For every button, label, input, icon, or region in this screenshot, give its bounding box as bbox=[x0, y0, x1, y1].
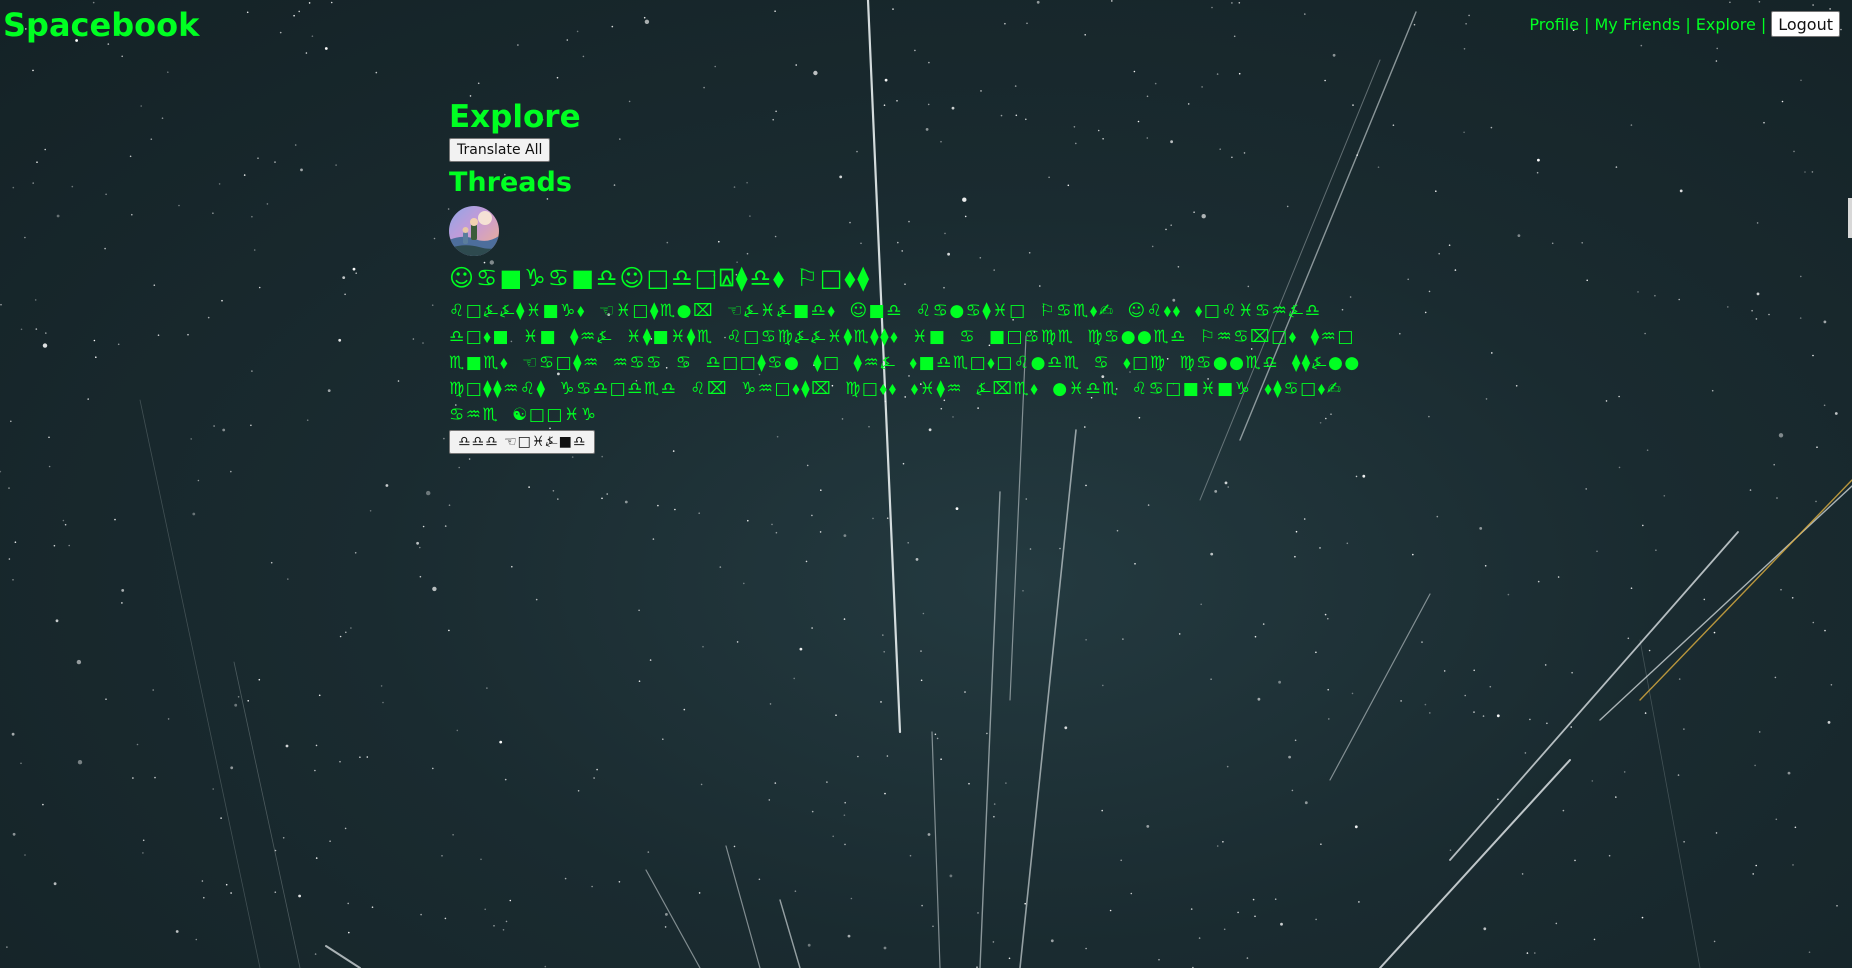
top-navigation: Profile | My Friends | Explore | Logout bbox=[1529, 11, 1840, 37]
avatar-image bbox=[449, 206, 499, 256]
nav-link-explore[interactable]: Explore bbox=[1696, 15, 1756, 34]
nav-separator: | bbox=[1760, 14, 1767, 34]
thread-card: ☺♋■♑♋■♎☺□♎□⍓⧫♎⬧ ⚐□⬧⧫ ♌□⍼⍼⧫♓■♑⬧ ☜♓□⧫♏●⌧ ☜… bbox=[449, 206, 1389, 454]
translate-all-button[interactable]: Translate All bbox=[449, 138, 551, 162]
threads-heading: Threads bbox=[449, 167, 572, 198]
page-title: Explore bbox=[449, 99, 581, 135]
nav-separator: | bbox=[1584, 14, 1590, 34]
explore-main: Explore Translate All Threads ☺♋■♑♋■♎☺□♎… bbox=[449, 96, 1389, 454]
nav-link-profile[interactable]: Profile bbox=[1529, 15, 1579, 34]
thread-title[interactable]: ☺♋■♑♋■♎☺□♎□⍓⧫♎⬧ ⚐□⬧⧫ bbox=[449, 262, 1389, 294]
nav-separator: | bbox=[1685, 14, 1691, 34]
see-more-button[interactable]: ♎♎♎ ☜□♓⍼■♎ bbox=[449, 430, 596, 454]
thread-body: ♌□⍼⍼⧫♓■♑⬧ ☜♓□⧫♏●⌧ ☜⍼♓⍼■♎⬧ ☺■♎ ♌♋●♋⧫♓□ ⚐♋… bbox=[449, 301, 1361, 425]
avatar[interactable] bbox=[449, 206, 499, 256]
nav-link-my-friends[interactable]: My Friends bbox=[1594, 15, 1680, 34]
logout-button[interactable]: Logout bbox=[1771, 11, 1840, 37]
brand-logo[interactable]: Spacebook bbox=[3, 3, 199, 47]
scrollbar-marker[interactable] bbox=[1848, 198, 1852, 238]
